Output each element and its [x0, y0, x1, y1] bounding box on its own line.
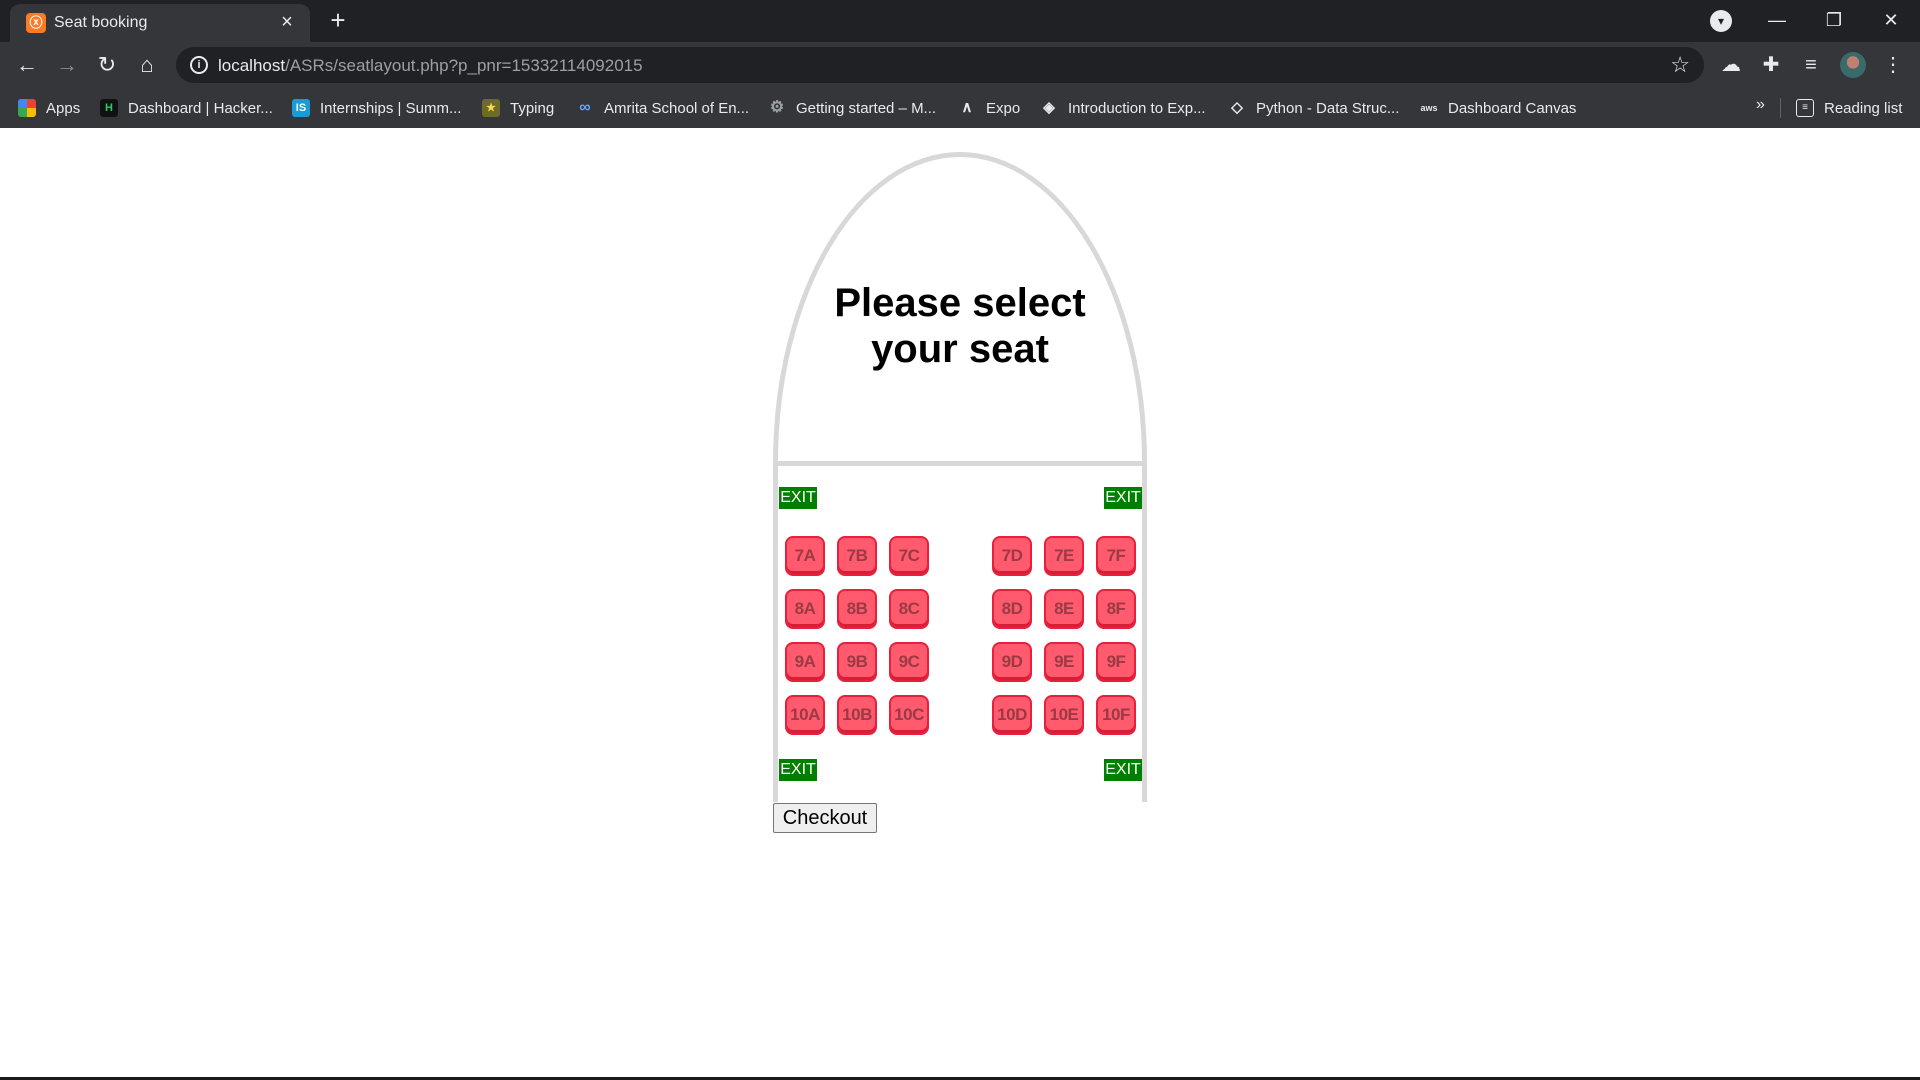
reading-list-icon: ≡ [1796, 99, 1814, 117]
bookmark-typing[interactable]: ★ Typing [482, 88, 554, 128]
seat-button[interactable]: 7A [785, 536, 825, 576]
reading-list-label: Reading list [1824, 99, 1903, 117]
back-icon[interactable]: ← [13, 51, 41, 79]
cockpit-divider [773, 461, 1147, 466]
bookmarks-overflow-icon[interactable]: » [1756, 96, 1765, 114]
star-icon[interactable]: ☆ [1670, 52, 1690, 78]
seat-button[interactable]: 7B [837, 536, 877, 576]
exit-sign-rear-left: EXIT [779, 759, 817, 781]
exit-sign-rear-right: EXIT [1104, 759, 1142, 781]
seat-button[interactable]: 8A [785, 589, 825, 629]
bookmark-label: Internships | Summ... [320, 99, 462, 117]
seat-button[interactable]: 9E [1044, 642, 1084, 682]
internshala-icon: IS [292, 99, 310, 117]
seat-button[interactable]: 8B [837, 589, 877, 629]
seat-button[interactable]: 7E [1044, 536, 1084, 576]
new-tab-button[interactable]: + [324, 6, 352, 34]
bookmark-python[interactable]: ◇ Python - Data Struc... [1228, 88, 1399, 128]
bookmark-label: Getting started – M... [796, 99, 937, 117]
address-bar[interactable]: i localhost/ASRs/seatlayout.php?p_pnr=15… [176, 47, 1704, 83]
bookmarks-bar: Apps H Dashboard | Hacker... IS Internsh… [0, 88, 1920, 128]
bookmark-label: Dashboard Canvas [1448, 99, 1577, 117]
seat-button[interactable]: 10F [1096, 695, 1136, 735]
seat-button[interactable]: 9C [889, 642, 929, 682]
aws-icon: aws [1420, 103, 1438, 113]
browser-chrome: ⓧ Seat booking × + ▾ — ❐ ✕ ← → ↻ ⌂ i loc… [0, 0, 1920, 128]
info-icon[interactable]: i [190, 56, 208, 74]
tab-seat-booking[interactable]: ⓧ Seat booking × [10, 4, 310, 42]
tab-title: Seat booking [54, 14, 148, 31]
python-icon: ◇ [1231, 99, 1243, 116]
seat-button[interactable]: 10A [785, 695, 825, 735]
seat-button[interactable]: 8D [992, 589, 1032, 629]
seat-button[interactable]: 7F [1096, 536, 1136, 576]
extension-cloud-icon[interactable]: ☁ [1718, 51, 1744, 79]
url-host: localhost [218, 56, 286, 75]
more-menu-icon[interactable]: ⋮ [1880, 51, 1906, 79]
expo-icon: ∧ [961, 99, 973, 116]
seat-button[interactable]: 10D [992, 695, 1032, 735]
home-icon[interactable]: ⌂ [133, 51, 161, 79]
seat-booking-page: Please select your seat EXIT EXIT EXIT E… [0, 128, 1920, 1080]
seat-button[interactable]: 8C [889, 589, 929, 629]
url-text[interactable]: localhost/ASRs/seatlayout.php?p_pnr=1533… [218, 56, 643, 76]
tab-search-icon[interactable]: ▾ [1710, 10, 1732, 32]
gear-icon: ⚙ [769, 99, 785, 116]
page-title: Please select your seat [834, 281, 1086, 371]
seat-button[interactable]: 10B [837, 695, 877, 735]
seat-button[interactable]: 7C [889, 536, 929, 576]
bookmark-expo[interactable]: ∧ Expo [958, 88, 1021, 128]
bookmarks-divider [1780, 98, 1781, 118]
bookmark-internshala[interactable]: IS Internships | Summ... [292, 88, 461, 128]
reading-list[interactable]: ≡ Reading list [1796, 88, 1902, 128]
bookmark-amrita[interactable]: ∞ Amrita School of En... [576, 88, 749, 128]
seat-button[interactable]: 9B [837, 642, 877, 682]
fuselage-right-wall [1142, 466, 1147, 802]
bookmark-hackerrank[interactable]: H Dashboard | Hacker... [100, 88, 273, 128]
bookmark-intro-expo[interactable]: ◈ Introduction to Exp... [1040, 88, 1206, 128]
amrita-icon: ∞ [579, 99, 591, 116]
typing-icon: ★ [482, 99, 500, 117]
bookmark-label: Amrita School of En... [604, 99, 750, 117]
bookmark-label: Introduction to Exp... [1068, 99, 1206, 117]
tab-strip: ⓧ Seat booking × + ▾ — ❐ ✕ [0, 0, 1920, 42]
bookmark-apps[interactable]: Apps [18, 88, 80, 128]
bookmark-label: Apps [46, 99, 81, 117]
seat-button[interactable]: 9F [1096, 642, 1136, 682]
bookmark-label: Expo [986, 99, 1021, 117]
seat-button[interactable]: 10E [1044, 695, 1084, 735]
bookmark-label: Dashboard | Hacker... [128, 99, 273, 117]
checkout-button[interactable]: Checkout [773, 803, 877, 833]
seat-button[interactable]: 9A [785, 642, 825, 682]
seat-button[interactable]: 8E [1044, 589, 1084, 629]
aircraft-nose [773, 152, 1147, 592]
seat-button[interactable]: 7D [992, 536, 1032, 576]
bookmark-label: Typing [510, 99, 555, 117]
xampp-icon: ⓧ [26, 13, 46, 33]
forward-icon[interactable]: → [53, 51, 81, 79]
fuselage-left-wall [773, 466, 778, 802]
window-close-icon[interactable]: ✕ [1871, 4, 1911, 36]
bookmark-dashboard-canvas[interactable]: aws Dashboard Canvas [1420, 88, 1576, 128]
avatar[interactable] [1840, 52, 1866, 78]
toolbar: ← → ↻ ⌂ i localhost/ASRs/seatlayout.php?… [0, 42, 1920, 88]
hackerrank-icon: H [100, 99, 118, 117]
apps-grid-icon [18, 99, 36, 117]
bookmark-label: Python - Data Struc... [1256, 99, 1400, 117]
minimize-icon[interactable]: — [1757, 4, 1797, 36]
media-queue-icon[interactable]: ≡ [1798, 51, 1824, 79]
seat-button[interactable]: 8F [1096, 589, 1136, 629]
seat-button[interactable]: 9D [992, 642, 1032, 682]
reload-icon[interactable]: ↻ [93, 51, 121, 79]
exit-sign-front-right: EXIT [1104, 487, 1142, 509]
close-icon[interactable]: × [276, 11, 298, 33]
expo-docs-icon: ◈ [1043, 99, 1055, 116]
restore-icon[interactable]: ❐ [1814, 4, 1854, 36]
exit-sign-front-left: EXIT [779, 487, 817, 509]
puzzle-icon[interactable]: ✚ [1758, 51, 1784, 79]
bookmark-getting-started[interactable]: ⚙ Getting started – M... [768, 88, 936, 128]
url-path: /ASRs/seatlayout.php?p_pnr=1533211409201… [285, 56, 643, 75]
seat-button[interactable]: 10C [889, 695, 929, 735]
